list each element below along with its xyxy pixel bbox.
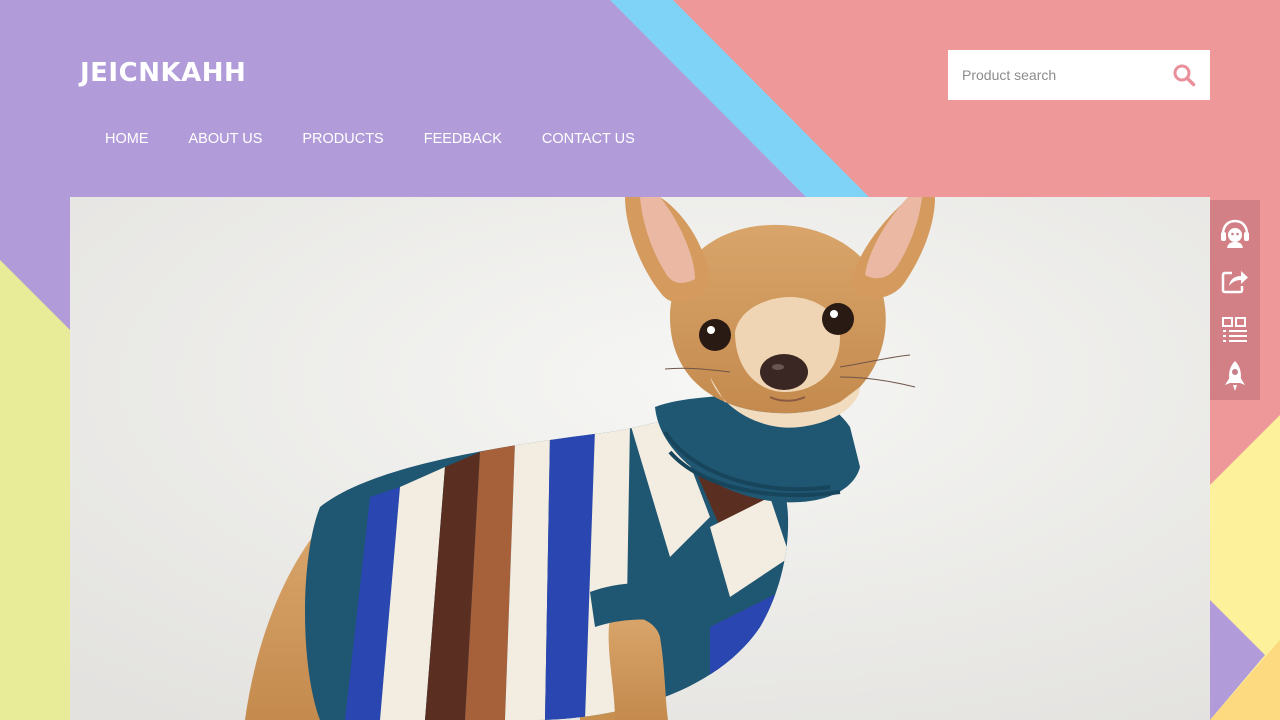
nav-home[interactable]: HOME	[85, 129, 169, 149]
qr-code-icon[interactable]	[1210, 305, 1260, 353]
share-icon[interactable]	[1210, 258, 1260, 306]
search-box	[948, 50, 1210, 100]
nav-feedback[interactable]: FEEDBACK	[404, 129, 522, 149]
nav-products[interactable]: PRODUCTS	[282, 129, 403, 149]
chihuahua-photo	[70, 197, 1210, 720]
side-toolbar	[1210, 200, 1260, 400]
main-nav: HOME ABOUT US PRODUCTS FEEDBACK CONTACT …	[85, 129, 655, 149]
nav-contact-us[interactable]: CONTACT US	[522, 129, 655, 149]
nav-about-us[interactable]: ABOUT US	[169, 129, 283, 149]
customer-service-icon[interactable]	[1210, 210, 1260, 258]
search-input[interactable]	[948, 51, 1148, 99]
hero-banner-image	[70, 197, 1210, 720]
search-icon[interactable]	[1172, 63, 1196, 87]
rocket-back-to-top-icon[interactable]	[1210, 353, 1260, 401]
brand-logo[interactable]: JEICNKAHH	[80, 58, 246, 88]
